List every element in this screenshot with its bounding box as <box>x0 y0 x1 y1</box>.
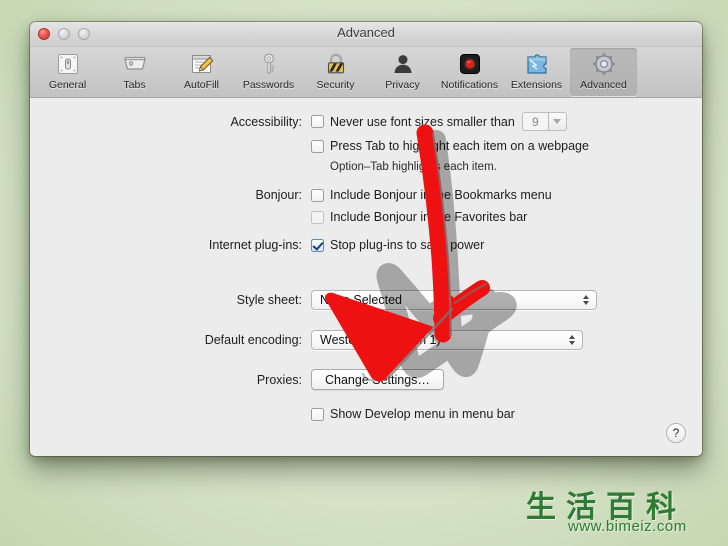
tab-passwords[interactable]: Passwords <box>235 48 302 96</box>
never-use-font-sizes-checkbox-row[interactable]: Never use font sizes smaller than <box>311 115 515 129</box>
tab-general-label: General <box>48 79 87 91</box>
row-bonjour-favorites: Include Bonjour in the Favorites bar <box>30 210 527 224</box>
tab-notifications[interactable]: Notifications <box>436 48 503 96</box>
bonjour-bookmarks-checkbox[interactable] <box>311 188 324 202</box>
develop-menu-checkbox-row[interactable]: Show Develop menu in menu bar <box>311 407 515 421</box>
row-internet-plugins: Internet plug-ins: Stop plug-ins to save… <box>30 238 484 252</box>
never-use-font-sizes-label: Never use font sizes smaller than <box>330 114 515 129</box>
bonjour-bookmarks-label: Include Bonjour in the Bookmarks menu <box>330 188 552 202</box>
extensions-puzzle-icon <box>523 50 551 78</box>
bonjour-label: Bonjour: <box>255 188 302 202</box>
advanced-settings-pane: Accessibility: Never use font sizes smal… <box>30 98 702 455</box>
tab-autofill-label: AutoFill <box>183 79 219 91</box>
general-icon <box>54 50 82 78</box>
press-tab-checkbox[interactable] <box>311 139 324 153</box>
press-tab-checkbox-row[interactable]: Press Tab to highlight each item on a we… <box>311 139 589 153</box>
chevron-down-icon[interactable] <box>547 112 567 131</box>
stop-plugins-checkbox[interactable] <box>311 238 324 252</box>
change-settings-button[interactable]: Change Settings… <box>311 369 444 390</box>
tab-advanced[interactable]: Advanced <box>570 48 637 96</box>
proxies-label: Proxies: <box>256 372 302 387</box>
style-sheet-label: Style sheet: <box>236 293 302 307</box>
develop-menu-label: Show Develop menu in menu bar <box>330 407 515 421</box>
never-use-font-sizes-checkbox[interactable] <box>311 115 324 128</box>
updown-chevron-icon <box>583 295 589 305</box>
tab-extensions[interactable]: Extensions <box>503 48 570 96</box>
row-proxies: Proxies: Change Settings… <box>30 369 444 390</box>
tab-notifications-label: Notifications <box>440 79 499 91</box>
tab-tabs-label: Tabs <box>123 79 146 91</box>
security-lock-icon <box>322 50 350 78</box>
internet-plugins-label: Internet plug-ins: <box>208 238 302 252</box>
row-press-tab: Press Tab to highlight each item on a we… <box>30 139 589 153</box>
passwords-key-icon <box>255 50 283 78</box>
tab-privacy-label: Privacy <box>385 79 420 91</box>
accessibility-label: Accessibility: <box>230 114 302 129</box>
row-accessibility: Accessibility: Never use font sizes smal… <box>30 112 567 131</box>
tab-general[interactable]: General <box>34 48 101 96</box>
row-accessibility-hint: Option–Tab highlights each item. <box>30 161 497 173</box>
tabs-icon <box>121 50 149 78</box>
advanced-gear-icon <box>590 50 618 78</box>
window-titlebar[interactable]: Advanced <box>30 22 702 47</box>
style-sheet-popup[interactable]: None Selected <box>311 290 597 310</box>
screenshot-stage: Advanced General Tabs AutoFill Passwords… <box>0 0 728 546</box>
default-encoding-popup[interactable]: Western (ISO Latin 1) <box>311 330 583 350</box>
default-encoding-value: Western (ISO Latin 1) <box>320 333 441 347</box>
tab-passwords-label: Passwords <box>242 79 295 91</box>
stop-plugins-label: Stop plug-ins to save power <box>330 238 485 252</box>
preferences-toolbar: General Tabs AutoFill Passwords Security… <box>30 47 702 98</box>
autofill-icon <box>188 50 216 78</box>
accessibility-hint-text: Option–Tab highlights each item. <box>330 161 497 173</box>
privacy-person-icon <box>389 50 417 78</box>
bonjour-favorites-checkbox-row[interactable]: Include Bonjour in the Favorites bar <box>311 210 527 224</box>
updown-chevron-icon <box>569 335 575 345</box>
row-bonjour: Bonjour: Include Bonjour in the Bookmark… <box>30 188 552 202</box>
bonjour-favorites-checkbox[interactable] <box>311 210 324 224</box>
watermark-url: www.bimeiz.com <box>568 518 687 535</box>
bonjour-bookmarks-checkbox-row[interactable]: Include Bonjour in the Bookmarks menu <box>311 188 552 202</box>
tab-security-label: Security <box>316 79 355 91</box>
tab-security[interactable]: Security <box>302 48 369 96</box>
style-sheet-value: None Selected <box>320 293 403 307</box>
minimum-font-size-value[interactable]: 9 <box>521 112 548 131</box>
row-default-encoding: Default encoding: Western (ISO Latin 1) <box>30 330 583 350</box>
tab-autofill[interactable]: AutoFill <box>168 48 235 96</box>
watermark: 生活百科 www.bimeiz.com <box>480 480 728 546</box>
tab-extensions-label: Extensions <box>510 79 563 91</box>
develop-menu-checkbox[interactable] <box>311 407 324 421</box>
notifications-icon <box>456 50 484 78</box>
safari-preferences-window: Advanced General Tabs AutoFill Passwords… <box>30 22 702 456</box>
help-button[interactable]: ? <box>666 423 686 443</box>
minimum-font-size-stepper[interactable]: 9 <box>521 112 567 131</box>
tab-advanced-label: Advanced <box>580 79 627 91</box>
row-style-sheet: Style sheet: None Selected <box>30 290 597 310</box>
bonjour-favorites-label: Include Bonjour in the Favorites bar <box>330 210 528 224</box>
window-title: Advanced <box>337 25 395 40</box>
stop-plugins-checkbox-row[interactable]: Stop plug-ins to save power <box>311 238 484 252</box>
tab-tabs[interactable]: Tabs <box>101 48 168 96</box>
press-tab-label: Press Tab to highlight each item on a we… <box>330 139 589 153</box>
tab-privacy[interactable]: Privacy <box>369 48 436 96</box>
row-develop-menu: Show Develop menu in menu bar <box>30 407 515 421</box>
default-encoding-label: Default encoding: <box>204 333 302 347</box>
